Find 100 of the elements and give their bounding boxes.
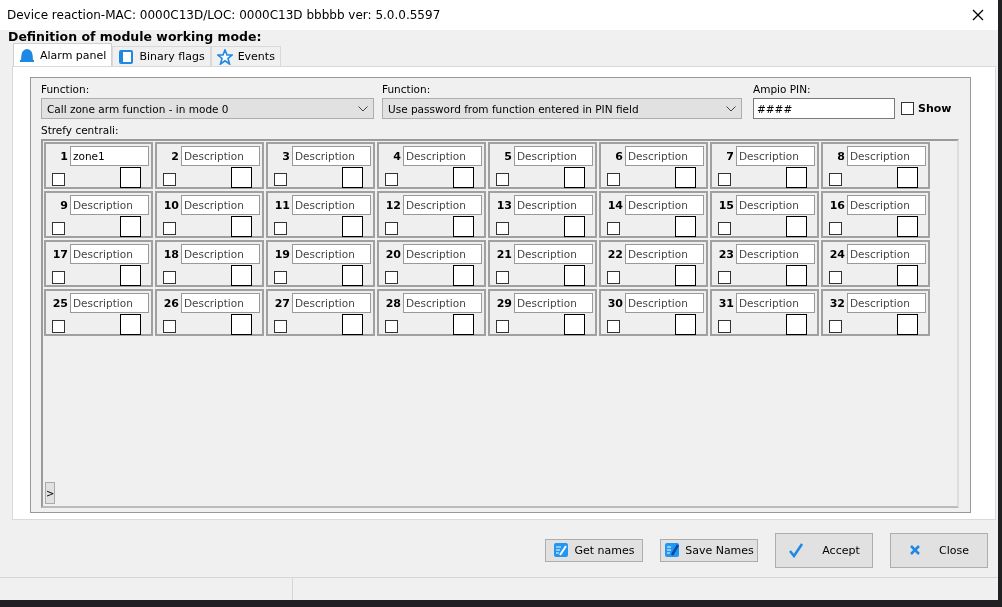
- square-button[interactable]: [120, 265, 141, 286]
- checkbox[interactable]: [52, 222, 65, 235]
- checkbox[interactable]: [607, 271, 620, 284]
- description-input[interactable]: Description: [403, 293, 482, 313]
- checkbox[interactable]: [718, 222, 731, 235]
- square-button[interactable]: [342, 265, 363, 286]
- tab[interactable]: Events: [210, 46, 281, 66]
- checkbox[interactable]: [163, 173, 176, 186]
- square-button[interactable]: [120, 216, 141, 237]
- square-button[interactable]: [897, 216, 918, 237]
- checkbox[interactable]: [385, 320, 398, 333]
- square-button[interactable]: [675, 216, 696, 237]
- square-button[interactable]: [231, 216, 252, 237]
- square-button[interactable]: [897, 265, 918, 286]
- description-input[interactable]: Description: [514, 195, 593, 215]
- description-input[interactable]: Description: [181, 244, 260, 264]
- description-input[interactable]: Description: [403, 195, 482, 215]
- square-button[interactable]: [897, 314, 918, 335]
- description-input[interactable]: Description: [847, 244, 926, 264]
- square-button[interactable]: [453, 314, 474, 335]
- square-button[interactable]: [675, 167, 696, 188]
- checkbox[interactable]: [607, 173, 620, 186]
- description-input[interactable]: Description: [514, 244, 593, 264]
- checkbox[interactable]: [274, 320, 287, 333]
- square-button[interactable]: [564, 314, 585, 335]
- checkbox[interactable]: [829, 271, 842, 284]
- checkbox[interactable]: [901, 102, 914, 115]
- description-input[interactable]: Description: [847, 146, 926, 166]
- description-input[interactable]: Description: [514, 293, 593, 313]
- checkbox[interactable]: [829, 173, 842, 186]
- checkbox[interactable]: [496, 173, 509, 186]
- description-input[interactable]: Description: [70, 293, 149, 313]
- description-input[interactable]: Description: [70, 244, 149, 264]
- description-input[interactable]: Description: [292, 244, 371, 264]
- tab[interactable]: Binary flags: [112, 46, 211, 66]
- description-input[interactable]: Description: [70, 195, 149, 215]
- checkbox[interactable]: [718, 173, 731, 186]
- close-button[interactable]: Close: [890, 532, 988, 568]
- description-input[interactable]: Description: [625, 146, 704, 166]
- checkbox[interactable]: [52, 173, 65, 186]
- description-input[interactable]: Description: [625, 195, 704, 215]
- checkbox[interactable]: [496, 222, 509, 235]
- checkbox[interactable]: [718, 320, 731, 333]
- square-button[interactable]: [786, 167, 807, 188]
- checkbox[interactable]: [607, 222, 620, 235]
- checkbox[interactable]: [52, 320, 65, 333]
- checkbox[interactable]: [274, 271, 287, 284]
- description-input[interactable]: zone1: [70, 146, 149, 166]
- tab[interactable]: Alarm panel: [13, 43, 113, 66]
- square-button[interactable]: [120, 167, 141, 188]
- description-input[interactable]: Description: [292, 293, 371, 313]
- checkbox[interactable]: [385, 271, 398, 284]
- square-button[interactable]: [342, 216, 363, 237]
- checkbox[interactable]: [385, 222, 398, 235]
- description-input[interactable]: Description: [736, 293, 815, 313]
- description-input[interactable]: Description: [736, 195, 815, 215]
- function-dropdown[interactable]: Call zone arm function - in mode 0: [41, 98, 374, 119]
- save-button[interactable]: Save Names: [660, 538, 758, 562]
- description-input[interactable]: Description: [403, 146, 482, 166]
- checkbox[interactable]: [163, 222, 176, 235]
- square-button[interactable]: [564, 167, 585, 188]
- get-button[interactable]: Get names: [545, 538, 643, 562]
- square-button[interactable]: [342, 314, 363, 335]
- description-input[interactable]: Description: [625, 244, 704, 264]
- checkbox[interactable]: [718, 271, 731, 284]
- description-input[interactable]: Description: [181, 293, 260, 313]
- square-button[interactable]: [231, 265, 252, 286]
- square-button[interactable]: [897, 167, 918, 188]
- square-button[interactable]: [342, 167, 363, 188]
- close-icon[interactable]: [972, 9, 984, 21]
- checkbox[interactable]: [163, 271, 176, 284]
- square-button[interactable]: [786, 265, 807, 286]
- function-dropdown[interactable]: Use password from function entered in PIN field: [382, 98, 742, 119]
- description-input[interactable]: Description: [292, 195, 371, 215]
- checkbox[interactable]: [829, 222, 842, 235]
- square-button[interactable]: [786, 216, 807, 237]
- square-button[interactable]: [675, 265, 696, 286]
- accept-button[interactable]: Accept: [775, 532, 873, 568]
- description-input[interactable]: Description: [514, 146, 593, 166]
- square-button[interactable]: [453, 216, 474, 237]
- description-input[interactable]: Description: [292, 146, 371, 166]
- description-input[interactable]: Description: [625, 293, 704, 313]
- checkbox[interactable]: [829, 320, 842, 333]
- checkbox[interactable]: [274, 222, 287, 235]
- square-button[interactable]: [453, 265, 474, 286]
- checkbox[interactable]: [607, 320, 620, 333]
- square-button[interactable]: [453, 167, 474, 188]
- square-button[interactable]: [675, 314, 696, 335]
- description-input[interactable]: Description: [181, 146, 260, 166]
- square-button[interactable]: [231, 314, 252, 335]
- description-input[interactable]: Description: [736, 146, 815, 166]
- checkbox[interactable]: [163, 320, 176, 333]
- description-input[interactable]: Description: [847, 195, 926, 215]
- checkbox[interactable]: [52, 271, 65, 284]
- pin-input[interactable]: ####: [753, 98, 895, 119]
- square-button[interactable]: [564, 265, 585, 286]
- square-button[interactable]: [564, 216, 585, 237]
- expand-button[interactable]: >: [45, 482, 55, 504]
- description-input[interactable]: Description: [403, 244, 482, 264]
- description-input[interactable]: Description: [181, 195, 260, 215]
